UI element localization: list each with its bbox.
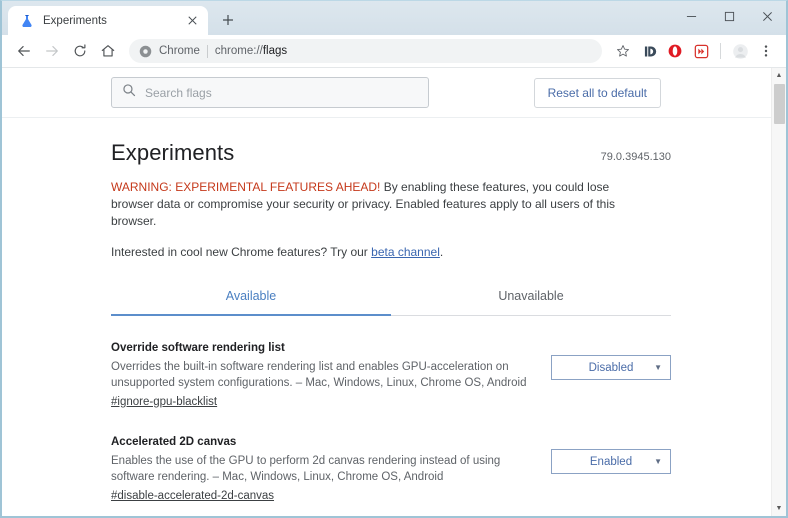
minimize-icon[interactable] <box>672 1 710 31</box>
active-tab-underline <box>111 314 391 316</box>
flags-search-header: Search flags Reset all to default <box>2 68 771 118</box>
flag-state-select[interactable]: Enabled ▼ <box>551 449 671 474</box>
browser-toolbar: Chrome chrome://flags <box>2 35 786 68</box>
tab-unavailable[interactable]: Unavailable <box>391 279 671 315</box>
new-tab-button[interactable] <box>214 6 242 34</box>
browser-tab-experiments[interactable]: Experiments <box>8 6 208 35</box>
chevron-down-icon: ▼ <box>654 362 662 372</box>
flag-entry: Accelerated 2D canvas Enables the use of… <box>111 436 671 504</box>
scrollbar-thumb[interactable] <box>774 84 785 124</box>
window-close-icon[interactable] <box>748 1 786 31</box>
warning-text: WARNING: EXPERIMENTAL FEATURES AHEAD! By… <box>111 179 641 230</box>
reset-all-to-default-button[interactable]: Reset all to default <box>533 77 661 108</box>
tab-strip: Experiments <box>2 1 786 35</box>
title-row: Experiments 79.0.3945.130 <box>111 140 671 166</box>
search-input-placeholder: Search flags <box>145 85 212 100</box>
flag-description: Enables the use of the GPU to perform 2d… <box>111 455 501 483</box>
omnibox-url-prefix: chrome:// <box>214 45 263 57</box>
avatar-icon[interactable] <box>728 39 752 63</box>
flag-permalink[interactable]: #ignore-gpu-blacklist <box>111 396 217 408</box>
window-controls <box>672 1 786 31</box>
omnibox-scheme-label: Chrome <box>159 45 200 57</box>
search-icon <box>122 83 136 102</box>
search-input[interactable]: Search flags <box>111 77 429 108</box>
reload-icon[interactable] <box>67 38 93 64</box>
flag-title: Override software rendering list <box>111 342 285 354</box>
tab-title: Experiments <box>43 14 107 27</box>
maximize-icon[interactable] <box>710 1 748 31</box>
star-icon[interactable] <box>611 39 635 63</box>
page-viewport: Search flags Reset all to default Experi… <box>2 68 786 516</box>
version-label: 79.0.3945.130 <box>600 151 671 163</box>
flag-state-value: Enabled <box>589 455 633 468</box>
flag-state-select[interactable]: Disabled ▼ <box>551 355 671 380</box>
flag-text-block: Override software rendering list Overrid… <box>111 342 529 410</box>
back-arrow-icon[interactable] <box>11 38 37 64</box>
flags-content: Experiments 79.0.3945.130 WARNING: EXPER… <box>2 118 771 516</box>
close-icon[interactable] <box>184 13 200 29</box>
omnibox-url-suffix: flags <box>262 45 288 57</box>
beta-text-before: Interested in cool new Chrome features? … <box>111 245 372 259</box>
flags-tabs: Available Unavailable <box>111 279 671 316</box>
flag-select-wrapper: Disabled ▼ <box>551 355 671 380</box>
extension-opera-icon[interactable] <box>663 39 687 63</box>
browser-window: Experiments Chrome chrome://flags Search… <box>0 0 788 518</box>
flag-text-block: Accelerated 2D canvas Enables the use of… <box>111 436 529 504</box>
toolbar-divider <box>720 43 721 59</box>
flask-icon <box>19 13 35 29</box>
warning-prefix: WARNING: EXPERIMENTAL FEATURES AHEAD! <box>111 180 381 194</box>
omnibox-url: chrome://flags <box>215 45 287 57</box>
flag-title: Accelerated 2D canvas <box>111 436 237 448</box>
beta-channel-line: Interested in cool new Chrome features? … <box>111 245 641 259</box>
scroll-up-arrow-icon[interactable]: ▲ <box>772 68 786 83</box>
three-dot-menu-icon[interactable] <box>754 39 778 63</box>
page-title: Experiments <box>111 140 235 165</box>
extension-fastforward-icon[interactable] <box>689 39 713 63</box>
chrome-logo-icon <box>139 45 152 58</box>
tab-available[interactable]: Available <box>111 279 391 315</box>
flag-entry: Override software rendering list Overrid… <box>111 342 671 410</box>
flag-permalink[interactable]: #disable-accelerated-2d-canvas <box>111 490 274 502</box>
flag-description: Overrides the built-in software renderin… <box>111 361 527 389</box>
flag-select-wrapper: Enabled ▼ <box>551 449 671 474</box>
forward-arrow-icon <box>39 38 65 64</box>
beta-text-after: . <box>439 245 444 259</box>
extension-d-icon[interactable] <box>637 39 661 63</box>
beta-channel-link[interactable]: beta channel <box>371 245 440 259</box>
scroll-down-arrow-icon[interactable]: ▼ <box>772 501 786 516</box>
chevron-down-icon: ▼ <box>654 456 662 466</box>
flag-state-value: Disabled <box>588 361 634 374</box>
vertical-scrollbar[interactable]: ▲ ▼ <box>771 68 786 516</box>
omnibox-divider <box>206 44 208 58</box>
flags-page: Search flags Reset all to default Experi… <box>2 68 771 516</box>
home-icon[interactable] <box>95 38 121 64</box>
address-bar[interactable]: Chrome chrome://flags <box>129 39 602 63</box>
